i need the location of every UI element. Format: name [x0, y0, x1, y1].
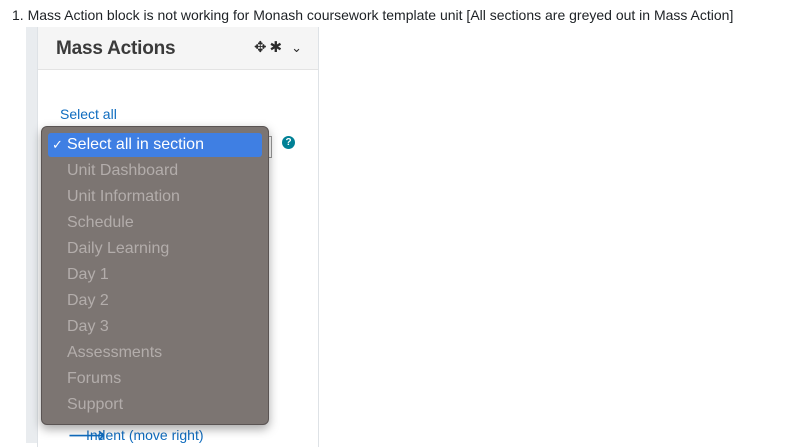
chevron-down-icon[interactable]: ⌄ [291, 40, 302, 55]
dropdown-option-schedule: Schedule [67, 214, 134, 231]
dropdown-option-support: Support [67, 396, 124, 413]
block-controls: ✥ ✱ ⌄ [251, 38, 302, 56]
issue-description: 1. Mass Action block is not working for … [12, 7, 734, 23]
help-icon[interactable]: ? [282, 136, 295, 149]
dropdown-option-day-3: Day 3 [67, 318, 109, 335]
section-dropdown-menu[interactable]: ✓ Select all in section Unit Dashboard Un… [41, 126, 269, 425]
gear-icon[interactable]: ✱ [270, 39, 283, 56]
dropdown-option-day-2: Day 2 [67, 292, 109, 309]
checkmark-icon: ✓ [52, 137, 63, 152]
dropdown-option-unit-information: Unit Information [67, 188, 180, 205]
dropdown-option-day-1: Day 1 [67, 266, 109, 283]
block-header: Mass Actions ✥ ✱ ⌄ [38, 27, 318, 70]
dropdown-option-unit-dashboard: Unit Dashboard [67, 162, 179, 179]
block-title: Mass Actions [56, 38, 176, 59]
dropdown-option-daily-learning: Daily Learning [67, 240, 170, 257]
select-all-link[interactable]: Select all [60, 106, 117, 122]
dropdown-option-forums: Forums [67, 370, 122, 387]
indent-label: Indent (move right) [86, 427, 204, 443]
indent-action[interactable]: 🡒Indent (move right) [68, 427, 204, 444]
dropdown-option-assessments: Assessments [67, 344, 163, 361]
dropdown-option-select-all-in-section[interactable]: ✓ Select all in section [48, 133, 262, 157]
page-left-gutter [26, 27, 37, 443]
move-icon[interactable]: ✥ [254, 39, 267, 56]
arrow-right-icon: 🡒 [68, 427, 106, 443]
